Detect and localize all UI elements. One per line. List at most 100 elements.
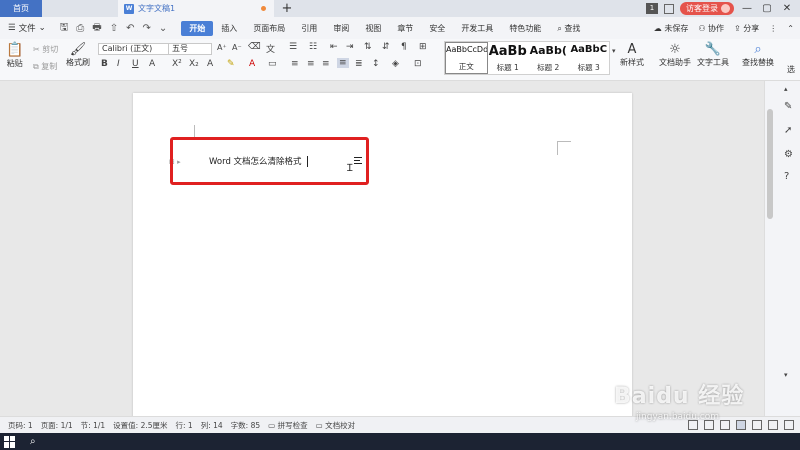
status-pages[interactable]: 页面: 1/1: [41, 420, 73, 431]
tab-page-layout[interactable]: 页面布局: [245, 21, 293, 36]
doc-proof-button[interactable]: ▭ 文档校对: [316, 420, 355, 431]
tab-home[interactable]: 首页: [0, 0, 42, 17]
show-marks-icon[interactable]: ¶: [401, 42, 407, 52]
minimize-button[interactable]: —: [740, 3, 754, 14]
text-tools-button[interactable]: 🔧 文字工具: [697, 42, 729, 68]
help-icon[interactable]: ?: [784, 171, 789, 182]
layout-icon[interactable]: [664, 3, 674, 14]
numbering-icon[interactable]: ☷: [309, 42, 317, 52]
more-icon[interactable]: ⋮: [769, 24, 777, 33]
tab-references[interactable]: 引用: [293, 21, 325, 36]
spell-check-button[interactable]: ▭ 拼写检查: [268, 420, 307, 431]
status-section[interactable]: 节: 1/1: [81, 420, 105, 431]
underline-icon[interactable]: U: [132, 59, 139, 69]
pen-mode-icon[interactable]: [720, 420, 730, 430]
indent-icon[interactable]: ⇥: [346, 42, 354, 52]
document-page[interactable]: ⊟ ▸ Word 文档怎么清除格式 Ɪ: [133, 93, 632, 423]
tab-review[interactable]: 审阅: [325, 21, 357, 36]
chevron-up-icon[interactable]: ⌃: [787, 24, 794, 33]
collab-button[interactable]: ⚇ 协作: [698, 23, 724, 34]
select-button[interactable]: 选: [787, 64, 795, 75]
vertical-scrollbar[interactable]: [767, 109, 773, 219]
save-icon[interactable]: 🖫: [60, 20, 69, 37]
align-right-icon[interactable]: ≡: [322, 59, 330, 69]
format-painter-button[interactable]: 🖌 格式刷: [66, 42, 90, 68]
find-replace-button[interactable]: ⌕ 查找替换: [742, 42, 774, 68]
taskbar-search-icon[interactable]: ⌕: [30, 436, 36, 447]
bullets-icon[interactable]: ☰: [289, 42, 297, 52]
tab-features[interactable]: 特色功能: [501, 21, 549, 36]
outline-view-icon[interactable]: [752, 420, 762, 430]
print-icon[interactable]: 🖶: [92, 20, 101, 37]
edit-pen-icon[interactable]: ✎: [784, 101, 792, 112]
eye-protect-icon[interactable]: [784, 420, 794, 430]
new-tab-button[interactable]: +: [274, 0, 300, 17]
web-view-icon[interactable]: [768, 420, 778, 430]
chevron-down-icon[interactable]: ⌄: [159, 23, 167, 34]
justify-icon[interactable]: ≡: [337, 58, 349, 68]
font-color-icon[interactable]: A: [249, 59, 255, 69]
line-spacing-icon[interactable]: ↕: [372, 59, 380, 69]
tab-home-ribbon[interactable]: 开始: [181, 20, 214, 36]
style-heading-3[interactable]: AaBbC 标题 3: [569, 42, 610, 74]
strikethrough-icon[interactable]: A: [149, 59, 155, 69]
table-icon[interactable]: ⊞: [419, 42, 427, 52]
file-menu[interactable]: ☰ 文件 ⌄: [0, 22, 52, 34]
scroll-down-icon[interactable]: ▾: [784, 371, 788, 379]
sort-icon[interactable]: ⇵: [382, 42, 390, 52]
status-word-count[interactable]: 字数: 85: [231, 420, 260, 431]
tab-security[interactable]: 安全: [421, 21, 453, 36]
highlight-icon[interactable]: ✎: [227, 59, 235, 69]
new-style-button[interactable]: A 新样式: [620, 42, 644, 68]
print-preview-icon[interactable]: ⎙: [76, 23, 84, 34]
paste-button[interactable]: 📋 粘贴: [6, 42, 23, 69]
tab-insert[interactable]: 插入: [213, 21, 245, 36]
style-normal[interactable]: AaBbCcDd 正文: [445, 42, 488, 74]
superscript-icon[interactable]: X²: [172, 59, 182, 69]
bold-icon[interactable]: B: [101, 59, 108, 69]
windows-start-icon[interactable]: [4, 435, 16, 448]
align-left-icon[interactable]: ≡: [291, 59, 299, 69]
font-size-select[interactable]: 五号: [168, 43, 212, 55]
status-row[interactable]: 行: 1: [176, 420, 193, 431]
border-icon[interactable]: ⊡: [414, 59, 422, 69]
style-gallery-scroll-icon[interactable]: ▾: [612, 47, 616, 55]
text-effect-icon[interactable]: A: [207, 59, 213, 69]
status-col[interactable]: 列: 14: [201, 420, 223, 431]
share-button[interactable]: ⇪ 分享: [734, 23, 759, 34]
text-direction-icon[interactable]: ⇅: [364, 42, 372, 52]
close-button[interactable]: ✕: [780, 3, 794, 14]
doc-assistant-button[interactable]: ☼ 文档助手: [659, 42, 691, 68]
italic-icon[interactable]: I: [117, 59, 120, 69]
style-heading-1[interactable]: AaBb 标题 1: [488, 42, 529, 74]
unsaved-status[interactable]: ☁ 未保存: [654, 23, 689, 34]
redo-icon[interactable]: ↷: [143, 23, 151, 34]
settings-sliders-icon[interactable]: ⚙: [784, 149, 793, 160]
export-icon[interactable]: ⇧: [110, 23, 118, 34]
scroll-up-icon[interactable]: ▴: [784, 85, 788, 93]
tab-view[interactable]: 视图: [357, 21, 389, 36]
style-heading-2[interactable]: AaBb( 标题 2: [528, 42, 569, 74]
visitor-login-button[interactable]: 访客登录: [680, 2, 734, 15]
pinyin-icon[interactable]: 文: [266, 42, 275, 55]
subscript-icon[interactable]: X₂: [189, 59, 199, 69]
char-border-icon[interactable]: ▭: [268, 59, 277, 69]
tab-developer[interactable]: 开发工具: [453, 21, 501, 36]
paragraph-align-icon[interactable]: [354, 157, 362, 166]
status-position[interactable]: 设置值: 2.5厘米: [113, 420, 167, 431]
maximize-button[interactable]: ▢: [760, 3, 774, 14]
status-page-number[interactable]: 页码: 1: [8, 420, 33, 431]
clear-format-icon[interactable]: ⌫: [248, 42, 261, 52]
shrink-font-icon[interactable]: A⁻: [232, 43, 242, 52]
document-text-line[interactable]: Word 文档怎么清除格式: [209, 155, 308, 167]
select-arrow-icon[interactable]: ➚: [784, 125, 792, 136]
distribute-icon[interactable]: ≣: [355, 59, 363, 69]
copy-button[interactable]: ⧉ 复制: [33, 61, 57, 72]
search-menu[interactable]: ⌕ 查找: [549, 21, 588, 36]
shading-icon[interactable]: ◈: [392, 59, 399, 69]
tab-chapter[interactable]: 章节: [389, 21, 421, 36]
window-count-badge[interactable]: 1: [646, 3, 658, 14]
page-view-icon[interactable]: [736, 420, 746, 430]
cut-button[interactable]: ✂ 剪切: [33, 44, 58, 55]
tab-document[interactable]: W 文字文稿1: [118, 0, 274, 17]
